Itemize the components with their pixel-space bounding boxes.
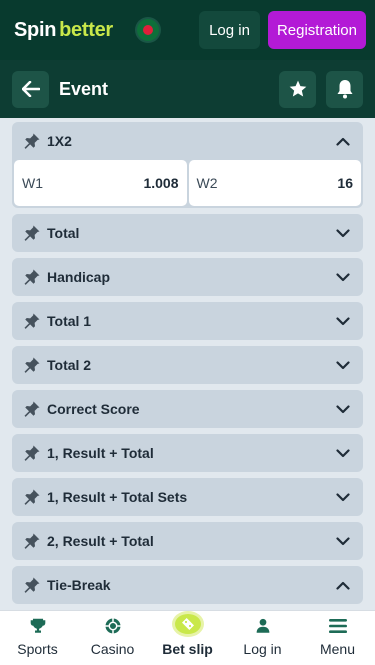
pin-icon[interactable] [22, 355, 42, 375]
bottom-nav: Sports Casino Bet slip Log in Menu [0, 610, 375, 665]
market-group-tie-break: Tie-Break [12, 566, 363, 604]
market-group-handicap: Handicap [12, 258, 363, 296]
back-button[interactable] [12, 70, 49, 108]
odd-button-w2[interactable]: W2 16 [188, 160, 361, 206]
market-header[interactable]: 1, Result + Total Sets [12, 478, 363, 516]
nav-casino[interactable]: Casino [75, 611, 150, 665]
market-group-2-result-total: 2, Result + Total [12, 522, 363, 560]
pin-icon[interactable] [22, 267, 42, 287]
odd-value: 16 [337, 175, 353, 191]
trophy-icon [27, 615, 49, 637]
ticket-icon [171, 611, 204, 637]
odds-row: W1 1.008 W2 16 [12, 160, 363, 208]
chevron-down-icon[interactable] [335, 489, 351, 505]
markets-list: 1X2 W1 1.008 W2 16 Total Handicap Total … [0, 118, 375, 610]
market-group-total: Total [12, 214, 363, 252]
nav-label: Sports [17, 641, 58, 657]
market-label: 2, Result + Total [47, 533, 154, 549]
menu-icon [327, 615, 349, 637]
pin-icon[interactable] [22, 311, 42, 331]
nav-label: Menu [319, 641, 356, 657]
market-label: 1, Result + Total Sets [47, 489, 188, 505]
chevron-down-icon[interactable] [335, 313, 351, 329]
pin-icon[interactable] [22, 443, 42, 463]
market-header[interactable]: 2, Result + Total [12, 522, 363, 560]
market-group-1-result-total: 1, Result + Total [12, 434, 363, 472]
market-header[interactable]: Total 2 [12, 346, 363, 384]
market-header[interactable]: 1, Result + Total [12, 434, 363, 472]
star-icon [289, 80, 306, 97]
notifications-button[interactable] [326, 70, 363, 108]
market-label: Handicap [47, 269, 111, 285]
market-group-1-result-total-sets: 1, Result + Total Sets [12, 478, 363, 516]
market-label: Total 2 [47, 357, 92, 373]
chevron-down-icon[interactable] [335, 533, 351, 549]
chevron-down-icon[interactable] [335, 225, 351, 241]
nav-bet-slip[interactable]: Bet slip [150, 611, 225, 665]
pin-icon[interactable] [22, 487, 42, 507]
market-header[interactable]: Total [12, 214, 363, 252]
market-group-total-1: Total 1 [12, 302, 363, 340]
arrow-left-icon [21, 81, 40, 97]
pin-icon[interactable] [22, 223, 42, 243]
language-flag-icon[interactable] [136, 19, 159, 41]
pin-icon[interactable] [22, 531, 42, 551]
market-label: Total [47, 225, 80, 241]
chevron-down-icon[interactable] [335, 357, 351, 373]
market-header[interactable]: Correct Score [12, 390, 363, 428]
nav-login[interactable]: Log in [225, 611, 300, 665]
logo-better: better [59, 18, 113, 41]
market-header[interactable]: Handicap [12, 258, 363, 296]
odd-value: 1.008 [143, 175, 179, 191]
page-title: Event [59, 78, 109, 99]
market-group-correct-score: Correct Score [12, 390, 363, 428]
chevron-down-icon[interactable] [335, 401, 351, 417]
nav-label: Casino [90, 641, 135, 657]
market-header[interactable]: Total 1 [12, 302, 363, 340]
bell-icon [337, 80, 352, 99]
pin-icon[interactable] [22, 399, 42, 419]
market-label: Tie-Break [47, 577, 111, 593]
market-group-total-2: Total 2 [12, 346, 363, 384]
top-bar: Spin better Log in Registration [0, 0, 375, 60]
nav-label: Bet slip [162, 641, 213, 657]
registration-button[interactable]: Registration [267, 11, 366, 49]
pin-icon[interactable] [22, 131, 42, 151]
login-button[interactable]: Log in [199, 11, 260, 49]
nav-label: Log in [243, 641, 282, 657]
chevron-up-icon[interactable] [335, 577, 351, 593]
pin-icon[interactable] [22, 575, 42, 595]
market-header[interactable]: Tie-Break [12, 566, 363, 604]
market-group-1x2: 1X2 W1 1.008 W2 16 [12, 122, 363, 208]
odd-button-w1[interactable]: W1 1.008 [14, 160, 187, 206]
odd-label: W2 [196, 175, 218, 191]
brand-logo[interactable]: Spin better [14, 19, 113, 42]
chevron-down-icon[interactable] [335, 445, 351, 461]
market-label: 1, Result + Total [47, 445, 154, 461]
favorite-button[interactable] [279, 70, 316, 108]
nav-sports[interactable]: Sports [0, 611, 75, 665]
nav-menu[interactable]: Menu [300, 611, 375, 665]
chevron-up-icon[interactable] [335, 133, 351, 149]
chevron-down-icon[interactable] [335, 269, 351, 285]
event-header: Event [0, 60, 375, 118]
market-label: 1X2 [47, 133, 72, 149]
market-label: Correct Score [47, 401, 140, 417]
logo-spin: Spin [14, 18, 57, 41]
odd-label: W1 [22, 175, 43, 191]
user-icon [252, 615, 274, 637]
market-label: Total 1 [47, 313, 92, 329]
market-header[interactable]: 1X2 [12, 122, 363, 160]
chip-icon [102, 615, 124, 637]
